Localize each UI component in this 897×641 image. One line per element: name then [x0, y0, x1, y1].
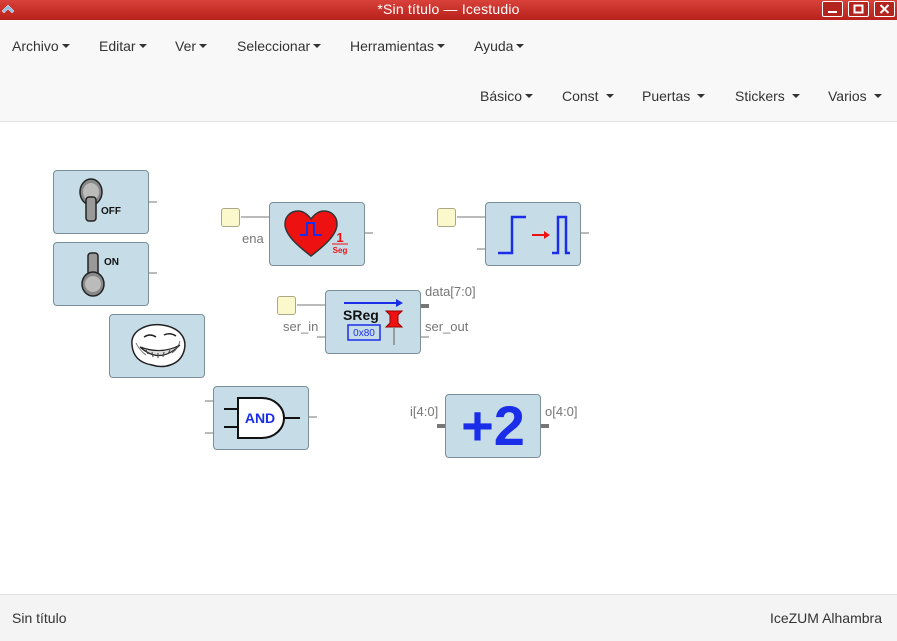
caret-down-icon	[525, 94, 534, 98]
clock-input-pin[interactable]	[277, 296, 296, 315]
caret-down-icon	[516, 44, 525, 48]
menu-ayuda[interactable]: Ayuda	[474, 38, 525, 54]
rising-edge-pulse-icon	[498, 215, 570, 255]
clock-input-pin[interactable]	[437, 208, 456, 227]
menu-label: Stickers	[735, 88, 785, 104]
menu-seleccionar[interactable]: Seleccionar	[237, 38, 322, 54]
switch-off-block[interactable]: OFF	[53, 170, 149, 234]
caret-down-icon	[313, 44, 322, 48]
minimize-icon	[828, 11, 837, 13]
heart-icon: 1 Seg	[284, 210, 348, 257]
ser-in-port-label: ser_in	[283, 319, 319, 334]
toolbox-varios[interactable]: Varios	[828, 88, 882, 104]
menu-label: Ver	[175, 38, 197, 54]
sreg-title: SReg	[343, 307, 379, 323]
caret-down-icon	[138, 44, 147, 48]
menu-label: Varios	[828, 88, 867, 104]
menu-label: Puertas	[642, 88, 691, 104]
caret-down-icon	[605, 94, 614, 98]
toolbox-puertas[interactable]: Puertas	[642, 88, 706, 104]
period-unit: Seg	[333, 246, 348, 255]
shift-register-block[interactable]: SReg 0x80	[325, 290, 421, 354]
menu-label: Const	[562, 88, 599, 104]
ser-out-port-label: ser_out	[425, 319, 469, 334]
data-port-label: data[7:0]	[425, 284, 476, 299]
maximize-button[interactable]	[848, 1, 869, 17]
menu-archivo[interactable]: Archivo	[12, 38, 70, 54]
window-title: *Sin título — Icestudio	[377, 1, 520, 17]
and-gate-icon: AND	[224, 397, 300, 439]
toolbox-stickers[interactable]: Stickers	[735, 88, 800, 104]
menu-label: Básico	[480, 88, 523, 104]
sreg-init-value: 0x80	[353, 328, 375, 339]
period-value: 1	[336, 230, 343, 245]
menu-label: Ayuda	[474, 38, 514, 54]
shift-register-icon: SReg 0x80	[343, 299, 404, 345]
trollface-icon	[131, 323, 186, 368]
toolbox-const[interactable]: Const	[562, 88, 614, 104]
caret-down-icon	[873, 94, 882, 98]
caret-down-icon	[437, 44, 446, 48]
status-bar: Sin título IceZUM Alhambra	[0, 594, 897, 641]
menu-label: Editar	[99, 38, 136, 54]
and-gate-block[interactable]: AND	[213, 386, 309, 450]
menu-label: Herramientas	[350, 38, 435, 54]
menu-herramientas[interactable]: Herramientas	[350, 38, 446, 54]
menu-editar[interactable]: Editar	[99, 38, 147, 54]
caret-down-icon	[61, 44, 70, 48]
title-bar: *Sin título — Icestudio	[0, 0, 897, 20]
menu-label: Archivo	[12, 38, 59, 54]
maximize-icon	[853, 4, 864, 14]
caret-down-icon	[791, 94, 800, 98]
toggle-switch-on-icon: ON	[81, 252, 119, 297]
minimize-button[interactable]	[822, 1, 843, 17]
edge-detector-block[interactable]	[485, 202, 581, 266]
switch-off-label: OFF	[101, 206, 121, 217]
trollface-sticker[interactable]	[109, 314, 205, 378]
board-name[interactable]: IceZUM Alhambra	[770, 610, 882, 626]
switch-on-block[interactable]: ON	[53, 242, 149, 306]
project-name: Sin título	[12, 610, 67, 626]
adder-input-label: i[4:0]	[410, 404, 439, 419]
menu-ver[interactable]: Ver	[175, 38, 208, 54]
design-canvas[interactable]: OFF ON AND ena 1 Seg data[7:0] ser_in se…	[0, 122, 897, 594]
close-icon	[879, 4, 890, 14]
switch-on-label: ON	[104, 257, 119, 268]
adder-output-label: o[4:0]	[545, 404, 578, 419]
caret-down-icon	[199, 44, 208, 48]
ena-port-label: ena	[242, 231, 264, 246]
close-button[interactable]	[874, 1, 895, 17]
heartbeat-block[interactable]: 1 Seg	[269, 202, 365, 266]
clock-input-pin[interactable]	[221, 208, 240, 227]
caret-down-icon	[697, 94, 706, 98]
adder-label: +2	[461, 394, 525, 457]
add-constant-block[interactable]: +2	[445, 394, 541, 458]
menu-bar: Archivo Editar Ver Seleccionar Herramien…	[0, 20, 897, 122]
menu-label: Seleccionar	[237, 38, 311, 54]
and-gate-label: AND	[245, 410, 275, 426]
toolbox-basico[interactable]: Básico	[480, 88, 534, 104]
toggle-switch-off-icon: OFF	[79, 178, 121, 222]
